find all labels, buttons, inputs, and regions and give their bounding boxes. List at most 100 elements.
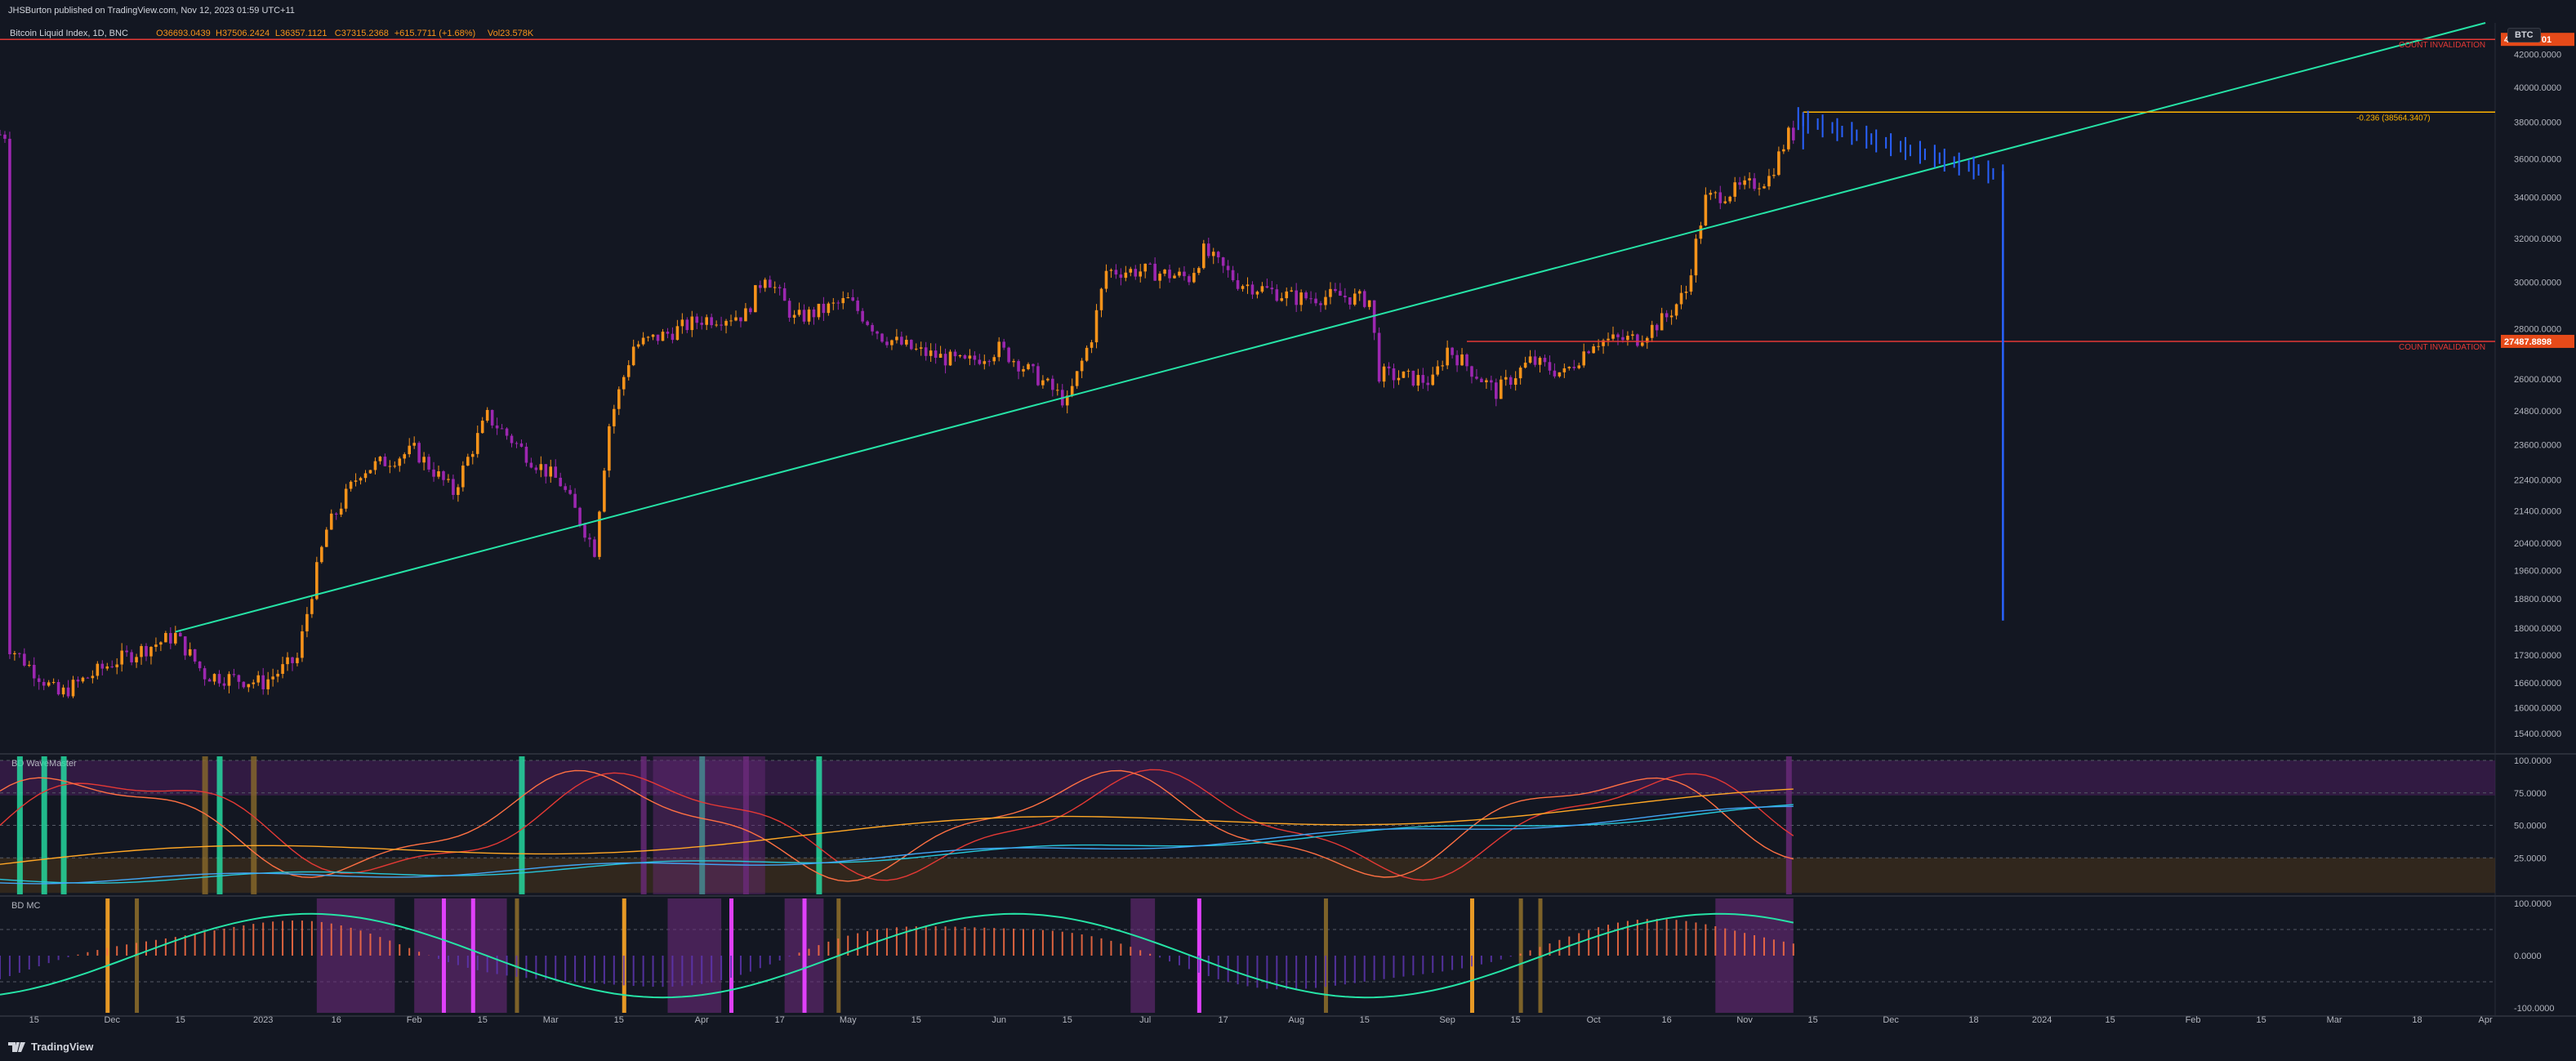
candle-body bbox=[23, 653, 26, 666]
candle-body bbox=[1582, 351, 1585, 366]
candle-body bbox=[1611, 334, 1615, 339]
candle-body bbox=[924, 347, 928, 356]
candle-body bbox=[1304, 292, 1308, 299]
candle-body bbox=[519, 443, 524, 447]
candle-body bbox=[1704, 194, 1708, 226]
candle-body bbox=[1753, 178, 1756, 189]
candle-body bbox=[1392, 368, 1396, 381]
candle-body bbox=[1314, 298, 1317, 304]
candle-body bbox=[188, 649, 192, 656]
candle-body bbox=[1738, 182, 1741, 185]
candle-body bbox=[724, 320, 728, 326]
candle-body bbox=[193, 649, 197, 662]
mc-zone bbox=[1130, 898, 1156, 1013]
signal-band bbox=[519, 756, 525, 894]
candle-body bbox=[1012, 361, 1015, 363]
candle-body bbox=[807, 309, 811, 322]
candle-body bbox=[3, 134, 7, 139]
x-tick-label: 17 bbox=[775, 1015, 785, 1025]
candle-body bbox=[344, 488, 348, 509]
candle-body bbox=[885, 341, 889, 345]
candle-body bbox=[291, 657, 294, 663]
candle-body bbox=[1577, 365, 1581, 368]
invalidation-label: COUNT INVALIDATION bbox=[2399, 343, 2485, 352]
candle-body bbox=[929, 350, 933, 356]
candle-body bbox=[831, 302, 836, 304]
currency-pill[interactable]: BTC bbox=[2507, 28, 2541, 42]
candle-body bbox=[261, 675, 265, 689]
candle-body bbox=[1329, 288, 1332, 297]
candle-body bbox=[66, 687, 70, 697]
candle-body bbox=[787, 301, 791, 318]
candle-body bbox=[1324, 296, 1327, 305]
candle-body bbox=[1280, 298, 1284, 301]
oversold-zone bbox=[0, 858, 2495, 894]
candle-body bbox=[1782, 149, 1785, 152]
candle-body bbox=[1689, 275, 1693, 292]
wave-y-tick: 50.0000 bbox=[2514, 822, 2547, 831]
candle-body bbox=[388, 466, 392, 467]
candle-body bbox=[1499, 379, 1503, 399]
y-tick-label: 16600.0000 bbox=[2514, 679, 2561, 689]
candle-body bbox=[1158, 274, 1161, 281]
candle-body bbox=[588, 537, 591, 540]
candle-body bbox=[32, 665, 36, 679]
candle-body bbox=[603, 470, 606, 512]
x-tick-label: May bbox=[840, 1015, 857, 1025]
candle-body bbox=[739, 317, 742, 322]
candle-body bbox=[120, 650, 123, 665]
candle-body bbox=[203, 668, 207, 680]
candle-body bbox=[1183, 271, 1186, 277]
candle-body bbox=[417, 443, 421, 463]
candle-body bbox=[1367, 300, 1371, 307]
candle-body bbox=[1674, 304, 1678, 316]
candle-body bbox=[1250, 284, 1255, 295]
x-tick-label: 17 bbox=[1219, 1015, 1228, 1025]
candle-body bbox=[549, 466, 553, 477]
candle-body bbox=[1787, 127, 1790, 149]
candle-body bbox=[938, 354, 943, 359]
candle-body bbox=[997, 341, 1001, 358]
candle-body bbox=[383, 457, 387, 466]
candle-body bbox=[1119, 274, 1123, 279]
x-tick-label: Jun bbox=[992, 1015, 1006, 1025]
candle-body bbox=[354, 480, 358, 482]
candle-body bbox=[1022, 368, 1025, 372]
candle-body bbox=[427, 457, 430, 470]
wavemaster-pane: 100.000075.000050.000025.0000BD WaveMast… bbox=[0, 756, 2551, 894]
candle-body bbox=[1085, 347, 1089, 361]
candle-body bbox=[1357, 291, 1362, 294]
mc-title: BD MC bbox=[11, 901, 41, 911]
x-tick-label: Feb bbox=[407, 1015, 422, 1025]
x-tick-label: 2024 bbox=[2032, 1015, 2052, 1025]
candle-body bbox=[461, 465, 465, 488]
candle-body bbox=[56, 682, 60, 695]
candle-body bbox=[797, 310, 801, 315]
candle-body bbox=[554, 466, 558, 478]
candle-body bbox=[1270, 288, 1274, 290]
candle-body bbox=[1631, 334, 1634, 337]
x-tick-label: Dec bbox=[104, 1015, 120, 1025]
candle-body bbox=[86, 677, 90, 679]
x-tick-label: 18 bbox=[2412, 1015, 2422, 1025]
chart-svg[interactable]: COUNT INVALIDATION COUNT INVALIDATION -0.2… bbox=[0, 0, 2576, 1061]
candle-body bbox=[1260, 286, 1264, 292]
candle-body bbox=[457, 487, 460, 495]
tradingview-logo[interactable]: TradingView bbox=[8, 1041, 93, 1053]
candle-body bbox=[252, 682, 256, 684]
candle-body bbox=[334, 513, 338, 515]
candle-body bbox=[174, 632, 177, 644]
candle-body bbox=[0, 134, 2, 136]
candle-body bbox=[71, 680, 75, 697]
candle-body bbox=[1265, 286, 1269, 288]
candle-body bbox=[1075, 371, 1079, 386]
footer: TradingView bbox=[0, 1034, 2576, 1061]
candle-body bbox=[866, 321, 869, 325]
candle-body bbox=[1241, 286, 1245, 289]
candle-body bbox=[207, 679, 212, 682]
candle-body bbox=[1309, 298, 1313, 300]
candle-body bbox=[339, 508, 343, 515]
candle-body bbox=[1032, 363, 1035, 367]
candle-body bbox=[408, 445, 412, 455]
x-tick-label: Feb bbox=[2186, 1015, 2201, 1025]
